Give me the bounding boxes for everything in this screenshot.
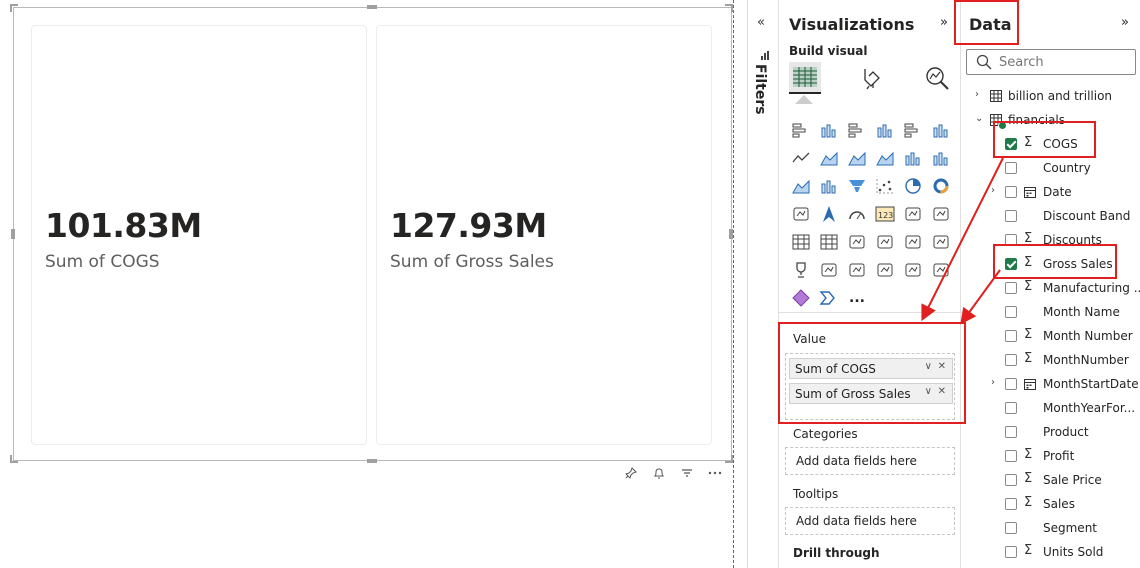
arrow-cogs-to-value (921, 157, 1004, 322)
arrow-gross-sales-to-value (960, 269, 1001, 325)
annotation-arrows (921, 157, 1004, 325)
